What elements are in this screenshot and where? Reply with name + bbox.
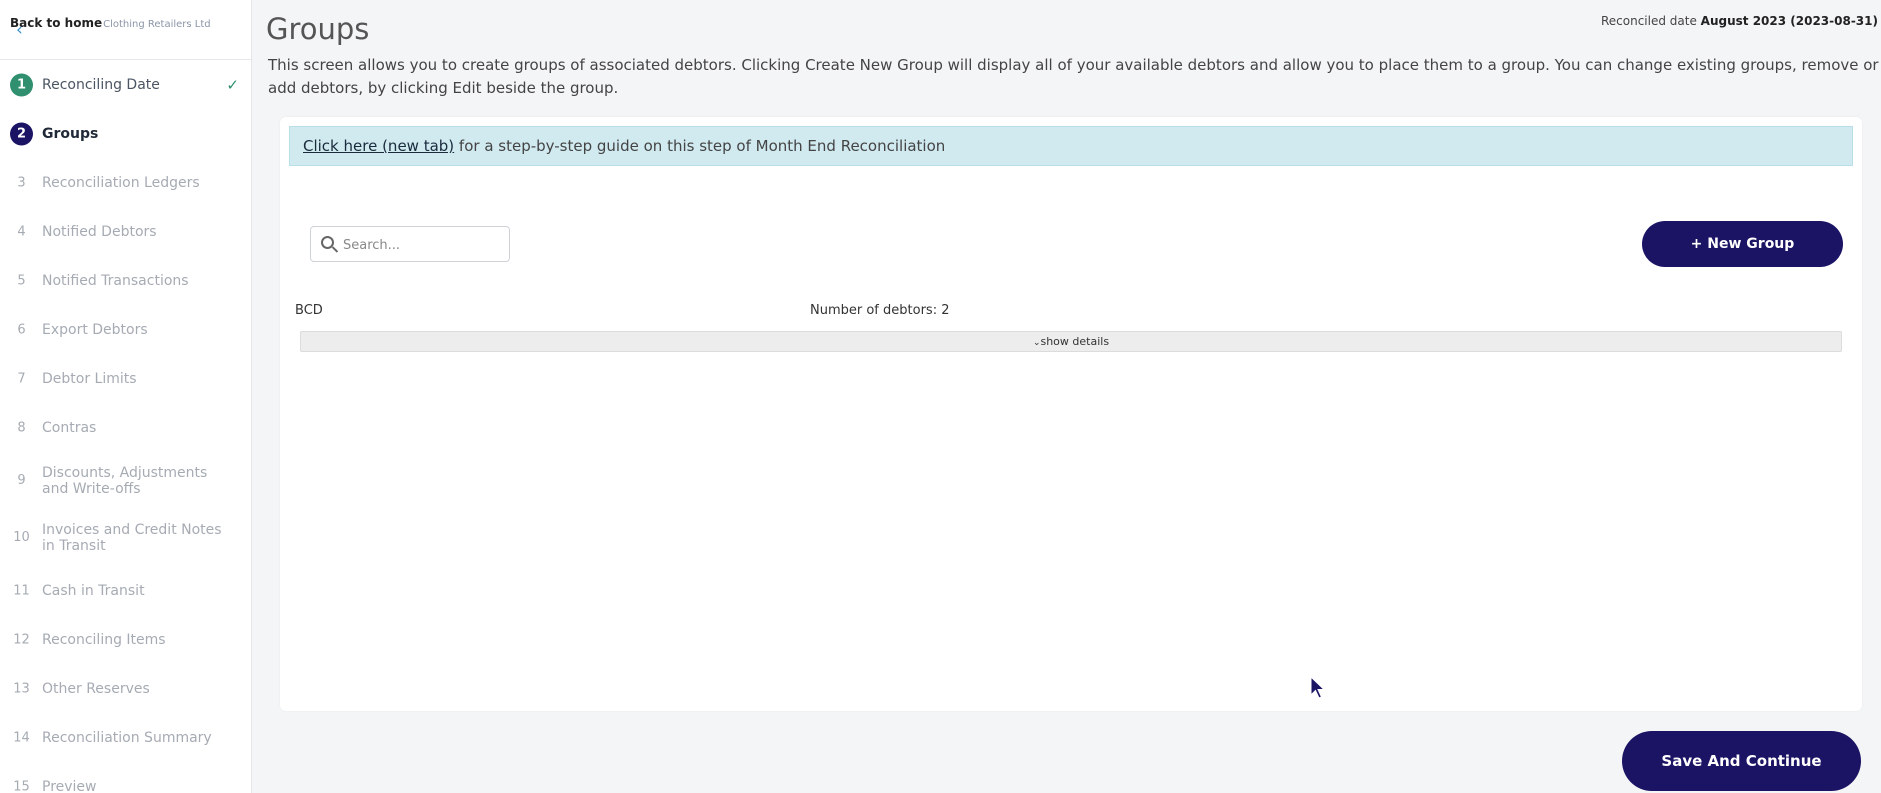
step-label: Invoices and Credit Notes in Transit [42, 521, 222, 554]
step-number: 14 [13, 730, 30, 745]
sidebar: ‹ Back to homeClothing Retailers Ltd 1 R… [0, 0, 252, 793]
check-icon: ✓ [226, 75, 239, 94]
step-label: Reconciling Date [42, 76, 160, 93]
back-to-home-link[interactable]: Back to homeClothing Retailers Ltd [10, 16, 211, 30]
step-reconciling-date[interactable]: 1 Reconciling Date ✓ [0, 60, 251, 109]
step-debtor-limits[interactable]: 7 Debtor Limits [0, 354, 251, 403]
step-cash-in-transit[interactable]: 11 Cash in Transit [0, 566, 251, 615]
new-group-button[interactable]: + New Group [1642, 221, 1843, 267]
groups-card: Click here (new tab) for a step-by-step … [280, 117, 1862, 711]
step-label: Other Reserves [42, 680, 150, 697]
intro-text: This screen allows you to create groups … [268, 56, 1879, 97]
step-notified-debtors[interactable]: 4 Notified Debtors [0, 207, 251, 256]
save-and-continue-button[interactable]: Save And Continue [1622, 731, 1861, 791]
step-other-reserves[interactable]: 13 Other Reserves [0, 664, 251, 713]
step-number: 4 [17, 224, 26, 239]
step-export-debtors[interactable]: 6 Export Debtors [0, 305, 251, 354]
step-number: 12 [13, 632, 30, 647]
step-discounts-adjustments[interactable]: 9 Discounts, Adjustments and Write-offs [0, 452, 251, 509]
show-details-button[interactable]: ⌄show details [300, 331, 1842, 352]
steps-list: 1 Reconciling Date ✓ 2 Groups 3 Reconcil… [0, 60, 251, 793]
step-label: Contras [42, 419, 97, 436]
step-notified-transactions[interactable]: 5 Notified Transactions [0, 256, 251, 305]
step-label: Reconciliation Summary [42, 729, 212, 746]
step-reconciling-items[interactable]: 12 Reconciling Items [0, 615, 251, 664]
step-number: 2 [10, 122, 33, 145]
step-number: 9 [17, 472, 26, 488]
step-label: Debtor Limits [42, 370, 137, 387]
guide-text: for a step-by-step guide on this step of… [454, 137, 946, 155]
step-number: 3 [17, 175, 26, 190]
step-label: Notified Debtors [42, 223, 157, 240]
step-number: 11 [13, 583, 30, 598]
step-reconciliation-summary[interactable]: 14 Reconciliation Summary [0, 713, 251, 762]
search-icon [321, 236, 334, 249]
step-number: 5 [17, 273, 26, 288]
step-number: 8 [17, 420, 26, 435]
step-preview[interactable]: 15 Preview [0, 762, 251, 793]
step-label: Notified Transactions [42, 272, 189, 289]
company-name: Clothing Retailers Ltd [103, 19, 211, 30]
back-label[interactable]: Back to home [10, 16, 102, 30]
reconciled-label: Reconciled date [1600, 14, 1697, 28]
step-number: 13 [13, 681, 30, 696]
debtor-count-label: Number of debtors: [810, 303, 938, 318]
guide-banner: Click here (new tab) for a step-by-step … [289, 126, 1853, 166]
step-number: 6 [17, 322, 26, 337]
step-label: Reconciling Items [42, 631, 166, 648]
debtor-count-value: 2 [941, 303, 950, 318]
show-details-label: show details [1040, 335, 1110, 348]
step-number: 1 [10, 73, 33, 96]
step-label: Groups [42, 125, 99, 142]
step-reconciliation-ledgers[interactable]: 3 Reconciliation Ledgers [0, 158, 251, 207]
page-title: Groups [266, 12, 370, 46]
step-label: Export Debtors [42, 321, 148, 338]
group-name: BCD [295, 303, 323, 318]
reconciled-value: August 2023 (2023-08-31) [1700, 14, 1878, 28]
mouse-cursor-icon [1310, 676, 1326, 699]
debtor-count: Number of debtors: 2 [810, 303, 950, 318]
step-invoices-credit-notes[interactable]: 10 Invoices and Credit Notes in Transit [0, 509, 251, 566]
search-input[interactable] [343, 234, 503, 256]
guide-link[interactable]: Click here (new tab) [303, 137, 454, 155]
step-number: 7 [17, 371, 26, 386]
step-label: Preview [42, 778, 97, 793]
step-label: Reconciliation Ledgers [42, 174, 200, 191]
main-content: Groups Reconciled date August 2023 (2023… [252, 0, 1881, 793]
step-groups[interactable]: 2 Groups [0, 109, 251, 158]
sidebar-header: ‹ Back to homeClothing Retailers Ltd [0, 0, 251, 60]
step-contras[interactable]: 8 Contras [0, 403, 251, 452]
step-number: 10 [13, 529, 30, 545]
reconciled-date: Reconciled date August 2023 (2023-08-31) [1601, 14, 1878, 28]
search-box[interactable] [310, 226, 510, 262]
step-label: Cash in Transit [42, 582, 145, 599]
step-number: 15 [13, 779, 30, 793]
step-label: Discounts, Adjustments and Write-offs [42, 464, 208, 497]
